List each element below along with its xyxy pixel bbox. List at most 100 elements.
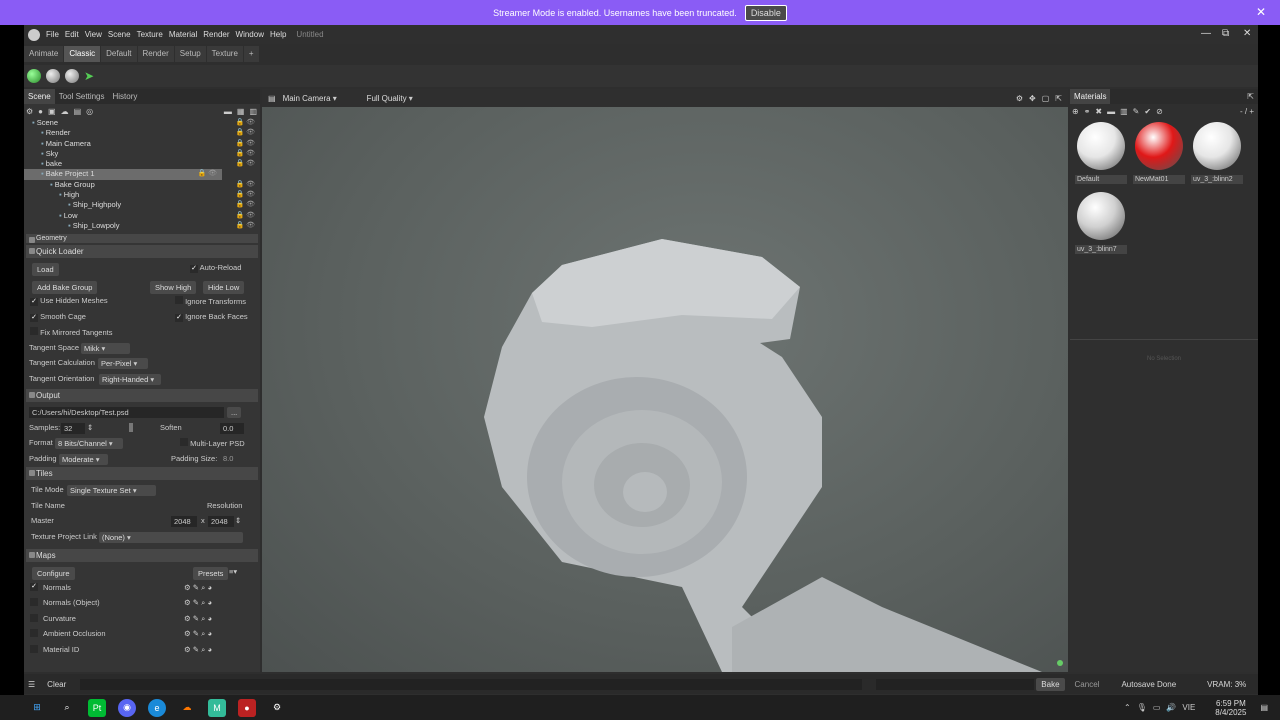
tab-add[interactable]: + [243, 46, 259, 62]
clock[interactable]: 6:59 PM 8/4/2025 [1215, 699, 1246, 717]
clear-console-button[interactable]: Clear [47, 680, 66, 689]
load-button[interactable]: Load [32, 263, 59, 277]
tab-default[interactable]: Default [101, 46, 137, 62]
add-sky-icon[interactable]: ☁ [61, 107, 69, 116]
ignore-back-faces-checkbox[interactable]: ✓ [175, 313, 183, 322]
bake-button[interactable]: Bake [1036, 677, 1065, 691]
tree-item[interactable]: ▪ Main Camera 🔒 👁 [24, 139, 260, 149]
visibility-icon[interactable]: 🔒 👁 [235, 190, 255, 200]
materials-popout-icon[interactable]: ⇱ [1243, 89, 1258, 104]
recorder-icon[interactable]: ● [238, 698, 256, 717]
tab-scene[interactable]: Scene [24, 89, 55, 104]
network-icon[interactable]: ▭ [1153, 703, 1161, 712]
material-delete-icon[interactable]: ▥ [1120, 107, 1128, 116]
material-clear-icon[interactable]: ⊘ [1156, 107, 1163, 116]
viewport-frame-icon[interactable]: ▢ [1042, 94, 1050, 103]
map-checkbox[interactable]: ✓ [30, 582, 38, 591]
padding-dropdown[interactable]: Moderate [59, 453, 108, 465]
tiles-header[interactable]: Tiles [26, 467, 258, 481]
presets-menu-icon[interactable]: ≡▾ [229, 567, 237, 576]
select-tool-icon[interactable]: ➤ [84, 69, 94, 83]
tree-item[interactable]: ▪ bake 🔒 👁 [24, 159, 260, 169]
tree-item[interactable]: ▪ Bake Project 1 🔒 👁 [24, 169, 222, 180]
material-link-icon[interactable]: ⚭ [1084, 107, 1091, 116]
material-swatch[interactable]: uv_3_:blinn7 [1075, 192, 1127, 254]
tab-animate[interactable]: Animate [24, 46, 64, 62]
delete-icon[interactable]: ▥ [249, 107, 257, 116]
geometry-section[interactable]: Geometry [26, 234, 258, 244]
cloud-app-icon[interactable]: ☁ [178, 699, 196, 717]
map-tools-icon[interactable]: ⚙ ✎ ⌕ ◕ [184, 614, 212, 624]
soften-field[interactable]: 0.0 [220, 422, 244, 434]
tree-item[interactable]: ▪ Ship_Lowpoly 🔒 👁 [24, 221, 260, 231]
add-bake-icon[interactable]: ◎ [86, 107, 93, 116]
map-checkbox[interactable] [30, 598, 38, 607]
auto-reload-checkbox[interactable]: ✓ [190, 265, 198, 274]
show-high-button[interactable]: Show High [150, 280, 197, 294]
samples-field[interactable]: 32 [61, 422, 85, 434]
map-tools-icon[interactable]: ⚙ ✎ ⌕ ◕ [184, 598, 212, 608]
pt-app-icon[interactable]: Pt [88, 698, 106, 717]
paint-tool-icon[interactable] [65, 69, 79, 83]
configure-button[interactable]: Configure [32, 567, 75, 581]
format-dropdown[interactable]: 8 Bits/Channel [55, 438, 123, 450]
visibility-icon[interactable]: 🔒 👁 [235, 221, 255, 231]
duplicate-icon[interactable]: ▦ [237, 107, 245, 116]
notification-icon[interactable]: ▤ [1260, 703, 1268, 712]
map-checkbox[interactable] [30, 644, 38, 653]
res-stepper-icon[interactable]: ⇕ [235, 516, 241, 525]
bake-tool-icon[interactable] [27, 69, 41, 83]
maps-header[interactable]: Maps [26, 549, 258, 563]
tray-chevron-icon[interactable]: ⌃ [1124, 703, 1131, 712]
tab-classic[interactable]: Classic [64, 46, 101, 62]
console-icon[interactable]: ☰ [28, 680, 35, 689]
minimize-button[interactable]: — [1201, 28, 1211, 39]
maximize-button[interactable]: ⧉ [1222, 28, 1229, 39]
windows-start-icon[interactable]: ⊞ [28, 699, 46, 717]
material-swatch[interactable]: uv_3_:blinn2 [1191, 122, 1243, 184]
res-width-field[interactable]: 2048 [171, 516, 197, 528]
tree-item[interactable]: ▪ Scene 🔒 👁 [24, 118, 260, 128]
material-folder-icon[interactable]: ▬ [1107, 107, 1115, 116]
settings-icon[interactable]: ⚙ [268, 699, 286, 717]
add-bake-group-button[interactable]: Add Bake Group [32, 280, 98, 294]
tangent-space-dropdown[interactable]: Mikk [81, 342, 130, 354]
viewport-move-icon[interactable]: ✥ [1029, 94, 1036, 103]
output-header[interactable]: Output [26, 389, 258, 403]
map-tools-icon[interactable]: ⚙ ✎ ⌕ ◕ [184, 583, 212, 593]
microphone-icon[interactable]: 🎙 [1137, 703, 1147, 712]
material-apply-icon[interactable]: ✔ [1144, 107, 1151, 116]
tree-item[interactable]: ▪ Bake Group 🔒 👁 [24, 180, 260, 190]
tab-texture[interactable]: Texture [206, 46, 243, 62]
add-camera-icon[interactable]: ▣ [48, 107, 56, 116]
multilayer-checkbox[interactable] [180, 438, 188, 447]
map-tools-icon[interactable]: ⚙ ✎ ⌕ ◕ [184, 645, 212, 655]
close-window-button[interactable]: ✕ [1243, 28, 1251, 39]
tangent-calc-dropdown[interactable]: Per-Pixel [98, 358, 148, 370]
edge-icon[interactable]: e [148, 698, 166, 717]
tree-item[interactable]: ▪ Low 🔒 👁 [24, 211, 260, 221]
menu-view[interactable]: View [85, 30, 102, 39]
menu-file[interactable]: File [46, 30, 59, 39]
language-indicator[interactable]: VIE [1182, 703, 1195, 712]
output-path-field[interactable]: C:/Users/hi/Desktop/Test.psd [29, 407, 224, 419]
tangent-orient-dropdown[interactable]: Right-Handed [99, 373, 161, 385]
visibility-icon[interactable]: 🔒 👁 [197, 169, 217, 179]
tab-render[interactable]: Render [137, 46, 174, 62]
material-swatch[interactable]: Default [1075, 122, 1127, 184]
material-unassign-icon[interactable]: ✖ [1095, 107, 1102, 116]
folder-icon[interactable]: ▬ [224, 107, 232, 116]
tree-item[interactable]: ▪ Render 🔒 👁 [24, 128, 260, 138]
visibility-icon[interactable]: 🔒 👁 [235, 180, 255, 190]
discord-icon[interactable]: ◉ [118, 698, 136, 717]
viewport-popout-icon[interactable]: ⇱ [1055, 94, 1062, 103]
menu-material[interactable]: Material [169, 30, 197, 39]
camera-dropdown[interactable]: Main Camera [280, 93, 356, 104]
visibility-icon[interactable]: 🔒 👁 [235, 159, 255, 169]
fix-mirrored-checkbox[interactable] [30, 327, 38, 336]
soften-slider-handle[interactable] [129, 422, 133, 432]
disable-button[interactable]: Disable [744, 4, 787, 21]
tab-setup[interactable]: Setup [174, 46, 206, 62]
material-counter[interactable]: - / + [1240, 107, 1254, 116]
samples-stepper-icon[interactable]: ⇕ [87, 423, 93, 432]
